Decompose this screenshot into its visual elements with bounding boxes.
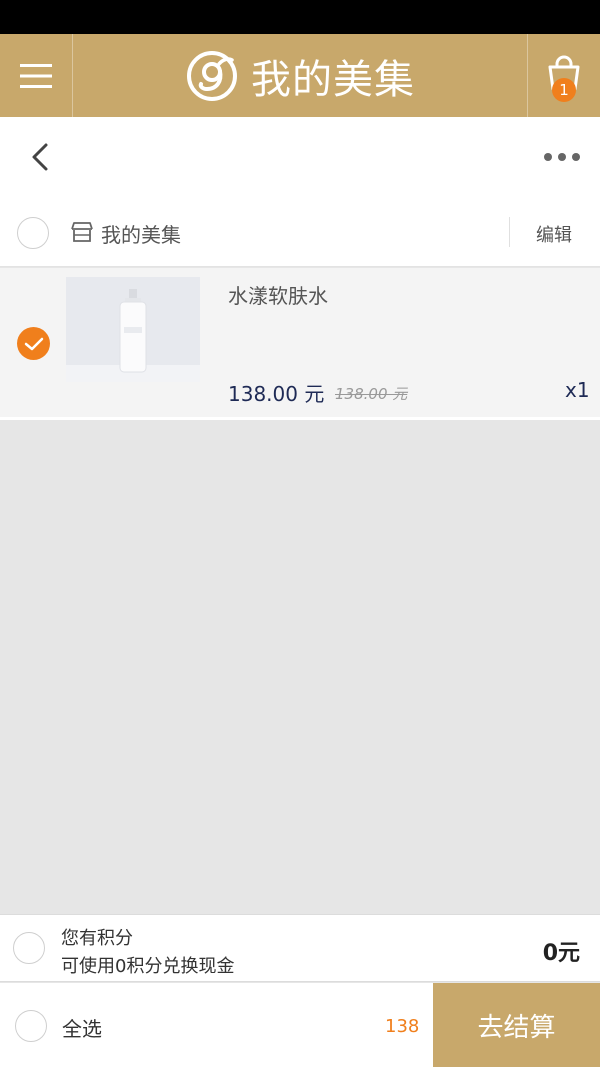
shop-row: 我的美集 编辑 bbox=[0, 197, 600, 267]
item-quantity: x1 bbox=[565, 378, 590, 402]
hamburger-menu-icon bbox=[20, 63, 52, 88]
cart-item: 水漾软肤水 138.00 元 138.00 元 x1 bbox=[0, 268, 600, 420]
checkout-button[interactable]: 去结算 bbox=[433, 983, 600, 1067]
select-all-label[interactable]: 全选 bbox=[62, 1013, 102, 1042]
cart-button[interactable]: 1 bbox=[527, 34, 600, 117]
edit-button[interactable]: 编辑 bbox=[536, 221, 572, 247]
total-amount: 138 bbox=[385, 1016, 420, 1037]
product-bottle-image bbox=[66, 289, 200, 382]
item-select-checkbox[interactable] bbox=[17, 327, 50, 360]
shop-select-checkbox[interactable] bbox=[17, 217, 49, 249]
item-name[interactable]: 水漾软肤水 bbox=[228, 280, 328, 309]
item-original-price: 138.00 元 bbox=[335, 385, 408, 403]
shop-name: 我的美集 bbox=[101, 223, 181, 247]
more-options-button[interactable] bbox=[542, 145, 582, 169]
divider bbox=[509, 217, 510, 247]
brand-logo-icon bbox=[187, 50, 237, 101]
points-value: 0元 bbox=[542, 941, 580, 966]
points-title: 您有积分 bbox=[61, 928, 133, 949]
sub-nav-bar bbox=[0, 117, 600, 197]
cart-count-badge: 1 bbox=[552, 78, 576, 102]
item-price: 138.00 元 bbox=[228, 382, 325, 406]
status-bar bbox=[0, 0, 600, 34]
more-dots-icon bbox=[544, 153, 580, 161]
select-all-checkbox[interactable] bbox=[15, 1010, 47, 1042]
points-description: 可使用0积分兑换现金 bbox=[61, 956, 235, 977]
app-header: 我的美集 1 bbox=[0, 34, 600, 117]
bottom-bar: 全选 138 去结算 bbox=[0, 983, 600, 1067]
points-checkbox[interactable] bbox=[13, 932, 45, 964]
back-button[interactable] bbox=[20, 137, 60, 177]
checkmark-icon bbox=[24, 337, 43, 350]
product-thumbnail[interactable] bbox=[66, 277, 200, 382]
chevron-left-icon bbox=[32, 143, 48, 171]
menu-button[interactable] bbox=[0, 34, 73, 117]
store-icon bbox=[71, 222, 93, 242]
points-row: 您有积分 可使用0积分兑换现金 0元 bbox=[0, 914, 600, 982]
brand: 我的美集 bbox=[73, 34, 527, 117]
brand-title: 我的美集 bbox=[251, 56, 415, 103]
